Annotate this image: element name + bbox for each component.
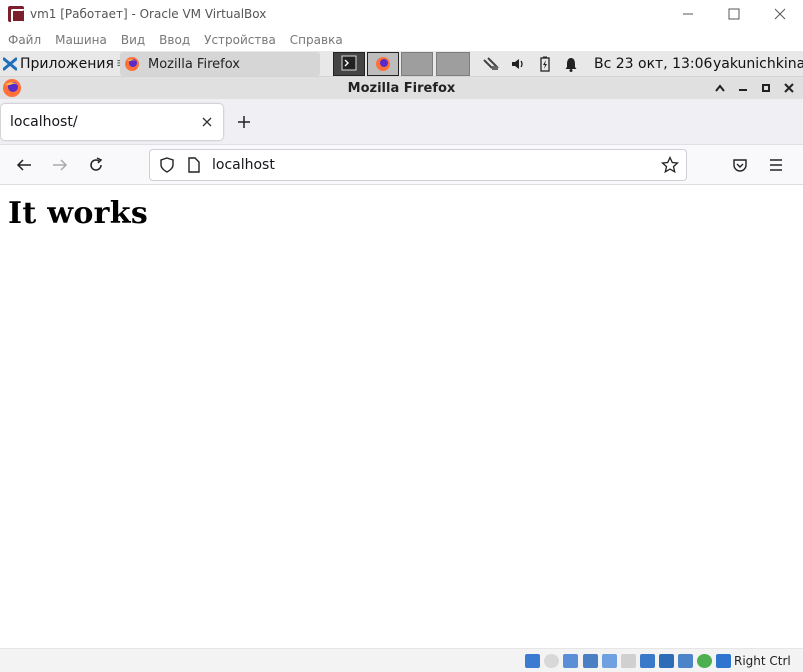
menu-machine[interactable]: Машина (55, 33, 107, 47)
url-bar[interactable]: localhost (149, 149, 687, 181)
vbox-menubar: Файл Машина Вид Ввод Устройства Справка (0, 28, 803, 51)
host-key-label: Right Ctrl (734, 654, 791, 668)
menu-file[interactable]: Файл (8, 33, 41, 47)
tab-close-button[interactable] (199, 114, 215, 130)
app-menu-button[interactable] (764, 153, 788, 177)
tracking-protection-button[interactable] (155, 153, 179, 177)
applications-menu-button[interactable]: Приложения ≡ (0, 51, 131, 77)
window-close-button[interactable] (779, 79, 799, 97)
workspace-terminal[interactable] (333, 52, 365, 76)
tab-strip: localhost/ (0, 99, 803, 145)
battery-icon[interactable] (535, 51, 555, 77)
taskbar-item-firefox[interactable]: Mozilla Firefox (120, 52, 320, 76)
usb-icon[interactable] (602, 654, 617, 668)
hard-disk-icon[interactable] (525, 654, 540, 668)
vbox-titlebar: vm1 [Работает] - Oracle VM VirtualBox (0, 0, 803, 28)
shared-folders-icon[interactable] (621, 654, 636, 668)
reload-icon (90, 157, 103, 171)
page-heading: It works (8, 196, 149, 231)
applications-label: Приложения (20, 55, 114, 72)
firefox-window-title: Mozilla Firefox (347, 80, 456, 96)
pocket-icon (733, 159, 747, 172)
minimize-button[interactable] (665, 0, 711, 28)
volume-icon[interactable] (508, 51, 528, 77)
desktop-panel: Приложения ≡ Mozilla Firefox Вс 23 окт, … (0, 51, 803, 77)
window-minimize-button[interactable] (733, 79, 753, 97)
vbox-statusbar: Right Ctrl (0, 648, 803, 672)
user-menu[interactable]: yakunichkina (713, 51, 803, 77)
arrow-right-icon (53, 159, 68, 171)
mouse-integration-icon[interactable] (697, 654, 712, 668)
page-content: It works (0, 186, 803, 646)
page-icon (188, 157, 200, 173)
vbox-window-title: vm1 [Работает] - Oracle VM VirtualBox (30, 7, 267, 21)
window-shade-button[interactable] (710, 79, 730, 97)
tab-title: localhost/ (10, 114, 78, 130)
hamburger-menu-icon (770, 159, 782, 171)
menu-devices[interactable]: Устройства (204, 33, 276, 47)
cpu-icon[interactable] (678, 654, 693, 668)
navigation-toolbar: localhost (0, 145, 803, 185)
xfce-logo-icon (3, 57, 17, 70)
plus-icon (238, 116, 250, 128)
shield-icon (160, 157, 174, 173)
minimize-icon (739, 89, 747, 91)
virtualbox-icon (8, 6, 25, 23)
tab-localhost[interactable]: localhost/ (1, 104, 223, 140)
maximize-icon (762, 84, 770, 92)
menu-view[interactable]: Вид (121, 33, 145, 47)
workspace-firefox[interactable] (367, 52, 399, 76)
bookmark-star-button[interactable] (658, 153, 682, 177)
new-tab-button[interactable] (234, 112, 254, 132)
firefox-icon (376, 57, 390, 71)
workspace-3[interactable] (401, 52, 433, 76)
firefox-window-titlebar: Mozilla Firefox (0, 77, 803, 99)
taskbar-item-label: Mozilla Firefox (148, 56, 240, 72)
workspace-4[interactable] (436, 52, 470, 76)
panel-clock[interactable]: Вс 23 окт, 13:06 (594, 51, 712, 77)
window-maximize-button[interactable] (756, 79, 776, 97)
firefox-icon (125, 57, 139, 71)
star-icon (661, 156, 679, 174)
terminal-icon (341, 55, 357, 71)
minimize-icon (683, 13, 693, 15)
audio-icon[interactable] (563, 654, 578, 668)
maximize-button[interactable] (711, 0, 757, 28)
close-icon (774, 8, 786, 20)
network-icon[interactable] (480, 51, 502, 77)
reload-button[interactable] (84, 153, 108, 177)
close-button[interactable] (757, 0, 803, 28)
arrow-left-icon (16, 159, 31, 171)
firefox-icon (3, 79, 21, 97)
site-info-button[interactable] (182, 153, 206, 177)
maximize-icon (728, 8, 740, 20)
notifications-icon[interactable] (561, 51, 581, 77)
optical-drive-icon[interactable] (544, 654, 559, 668)
close-icon (784, 83, 794, 93)
pocket-button[interactable] (728, 153, 752, 177)
display-icon[interactable] (640, 654, 655, 668)
menu-input[interactable]: Ввод (159, 33, 190, 47)
network-adapter-icon[interactable] (583, 654, 598, 668)
url-text[interactable]: localhost (212, 157, 275, 173)
back-button[interactable] (12, 153, 36, 177)
forward-button[interactable] (48, 153, 72, 177)
recording-icon[interactable] (659, 654, 674, 668)
chevron-up-icon (715, 84, 725, 92)
keyboard-capture-icon[interactable] (716, 654, 731, 668)
close-icon (202, 117, 212, 127)
menu-help[interactable]: Справка (290, 33, 343, 47)
